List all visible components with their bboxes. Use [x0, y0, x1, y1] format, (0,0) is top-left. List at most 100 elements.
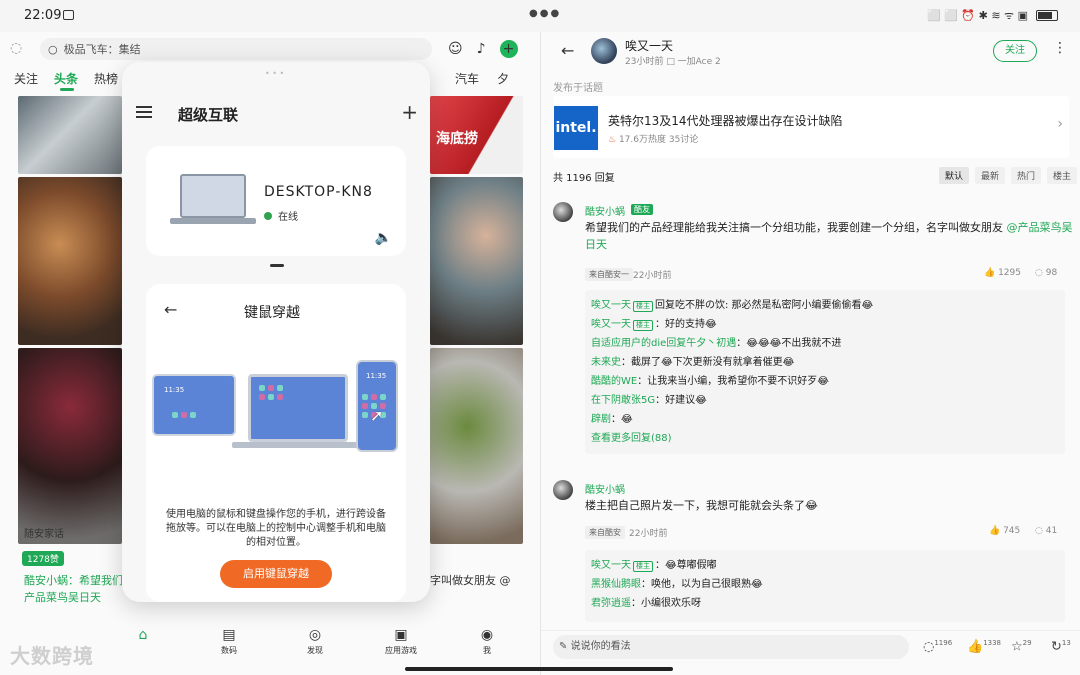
topic-stats-text: 17.6万热度 35讨论 [618, 135, 699, 145]
speaker-icon[interactable]: 🔈 [375, 230, 392, 246]
sub-reply-name[interactable]: 未来史 [591, 357, 621, 368]
sub-reply-name[interactable]: 唉又一天 [591, 319, 631, 330]
tab-hot[interactable]: 热榜 [94, 70, 118, 87]
comments-button[interactable]: ◌1196 [923, 639, 952, 654]
nav-apps[interactable]: ▣ 应用游戏 [366, 627, 436, 656]
laptop-icon [180, 174, 246, 218]
multiwindow-handle-icon[interactable]: ●●● [529, 8, 561, 19]
home-indicator[interactable] [405, 667, 673, 671]
author-name[interactable]: 唉又一天 [625, 37, 673, 54]
like-button[interactable]: 👍 1295 [984, 268, 1021, 278]
star-button[interactable]: ☆29 [1011, 639, 1032, 654]
pencil-icon: ✎ [559, 641, 568, 652]
topic-card[interactable]: intel. 英特尔13及14代处理器被爆出存在设计缺陷 ♨ 17.6万热度 3… [553, 96, 1069, 158]
sort-latest[interactable]: 最新 [975, 167, 1006, 184]
feed-photo[interactable] [430, 348, 523, 544]
sub-reply-name[interactable]: 唉又一天 [591, 560, 631, 571]
digital-icon: ▤ [222, 627, 236, 643]
add-device-button[interactable]: + [401, 100, 418, 124]
sub-reply-name[interactable]: 唉又一天 [591, 300, 631, 311]
more-icon[interactable]: ⋮ [1053, 40, 1067, 56]
avatar[interactable] [553, 480, 573, 500]
avatar[interactable] [591, 38, 617, 64]
feed-tabs: 关注 头条 热榜 [14, 70, 118, 87]
feed-photo[interactable] [430, 177, 523, 345]
laptop-illustration [248, 374, 348, 442]
sub-reply[interactable]: 唉又一天 楼主 回复吃不胖の饮: 那必然是私密阿小编要偷偷看😂 [591, 296, 1059, 315]
tab-headline[interactable]: 头条 [54, 70, 78, 87]
comment-input[interactable]: ✎ 说说你的看法 [553, 635, 909, 659]
online-dot-icon [264, 211, 272, 220]
intel-logo: intel. [554, 106, 598, 150]
view-more-replies-link[interactable]: 查看更多回复(88) [591, 429, 1059, 448]
nav-label: 应用游戏 [385, 646, 417, 655]
tab-follow[interactable]: 关注 [14, 70, 38, 87]
search-input[interactable]: ○ 极品飞车：集结 [40, 38, 432, 60]
feed-photo[interactable] [18, 348, 122, 544]
sub-reply[interactable]: 君弥逍遥：小编很欢乐呀 [591, 594, 1059, 613]
sub-reply-name[interactable]: 辟剧 [591, 414, 611, 425]
comment-count: 41 [1045, 526, 1058, 536]
sub-reply-text: ：小编很欢乐呀 [631, 598, 701, 609]
share-button[interactable]: ↻13 [1051, 639, 1071, 654]
post-meta: 23小时前 □ 一加Ace 2 [625, 57, 721, 67]
screen-time: 11:35 [164, 386, 185, 394]
nav-me[interactable]: ◉ 我 [452, 627, 522, 656]
comment-preview[interactable]: 酷安小蜗：希望我们 产品菜鸟吴日天 [24, 572, 124, 606]
sub-reply-text: ：好的支持😂 [655, 319, 717, 330]
sort-hot[interactable]: 热门 [1011, 167, 1042, 184]
sub-reply-name[interactable]: 黑猴仙鹅眼 [591, 579, 641, 590]
app-logo-icon[interactable]: ◌ [10, 40, 32, 58]
device-card[interactable]: DESKTOP-KN8 在线 🔈 [146, 146, 406, 256]
menu-icon[interactable] [136, 106, 152, 121]
post-author[interactable]: 随安家话 [24, 525, 64, 540]
panel-title: 超级互联 [178, 106, 239, 124]
sort-default[interactable]: 默认 [939, 167, 970, 184]
bell-icon[interactable]: ♪ [477, 41, 486, 57]
enable-keyboard-mouse-button[interactable]: 启用键鼠穿越 [220, 560, 332, 588]
commenter-name[interactable]: 酷安小蜗 [585, 481, 625, 496]
tablet-illustration: 11:35 [152, 374, 236, 436]
tab-more[interactable]: 夕 [497, 70, 509, 87]
back-arrow-icon[interactable]: ← [164, 300, 177, 319]
sub-reply[interactable]: 黑猴仙鹅眼：唤他，以为自己很眼熟😂 [591, 575, 1059, 594]
sub-reply-name[interactable]: 在下阴敢张5G [591, 395, 655, 406]
panel-drag-handle[interactable]: • • • [265, 69, 287, 78]
sub-reply[interactable]: 未来史：截屏了😂下次更新没有就拿着催更😂 [591, 353, 1059, 372]
create-post-button[interactable]: + [499, 40, 518, 58]
comment-time: 22小时前 [629, 529, 668, 539]
nav-discover[interactable]: ◎ 发现 [280, 627, 350, 656]
sub-reply[interactable]: 唉又一天 楼主 ：😂尊嘟假嘟 [591, 556, 1059, 575]
app-grid-icon [172, 412, 196, 418]
super-link-panel: • • • 超级互联 + DESKTOP-KN8 在线 🔈 ← 键鼠穿越 11:… [122, 62, 430, 602]
face-icon[interactable]: ☺ [448, 41, 463, 57]
follow-button[interactable]: 关注 [993, 40, 1037, 62]
sub-reply[interactable]: 在下阴敢张5G：好建议😂 [591, 391, 1059, 410]
user-tag: 楼主 [633, 561, 653, 572]
nav-home[interactable]: ⌂ [108, 627, 178, 656]
sub-reply-name[interactable]: 君弥逍遥 [591, 598, 631, 609]
sub-reply[interactable]: 唉又一天 楼主 ：好的支持😂 [591, 315, 1059, 334]
feed-photo[interactable] [18, 96, 122, 174]
sub-reply-text: 回复吃不胖の饮: 那必然是私密阿小编要偷偷看😂 [655, 300, 874, 311]
comment-button[interactable]: ◌ 98 [1035, 268, 1057, 278]
sub-reply-name[interactable]: 自适应用户的die回复午夕丶初遇 [591, 338, 736, 349]
sub-reply[interactable]: 酷酷的WE：让我来当小编，我希望你不要不识好歹😂 [591, 372, 1059, 391]
back-arrow-icon[interactable]: ← [561, 41, 574, 60]
like-button[interactable]: 👍 745 [989, 526, 1020, 536]
like-post-button[interactable]: 👍1338 [967, 639, 1001, 654]
feed-photo[interactable] [18, 177, 122, 345]
photo-sign-text: 海底捞 [436, 131, 478, 147]
sub-reply[interactable]: 自适应用户的die回复午夕丶初遇：😂😂😂不出我就不进 [591, 334, 1059, 353]
sub-reply-name[interactable]: 酷酷的WE [591, 376, 637, 387]
avatar[interactable] [553, 202, 573, 222]
keyboard-mouse-card: ← 键鼠穿越 11:35 11:35 ➚ 使用电脑的鼠标和键盘操作您的手机，进行… [146, 284, 406, 602]
tab-car[interactable]: 汽车 [455, 70, 479, 87]
comment-button[interactable]: ◌ 41 [1035, 526, 1057, 536]
sort-author[interactable]: 楼主 [1047, 167, 1078, 184]
sub-reply[interactable]: 辟剧：😂 [591, 410, 1059, 429]
status-bar: 22:09 ●●● ⬜ ⬜ ⏰ ✱ ≋ ᯤ ▣ [0, 0, 1080, 32]
nav-digital[interactable]: ▤ 数码 [194, 627, 264, 656]
commenter-name[interactable]: 酷安小蜗 [585, 203, 625, 218]
app-grid-icon [259, 385, 283, 400]
